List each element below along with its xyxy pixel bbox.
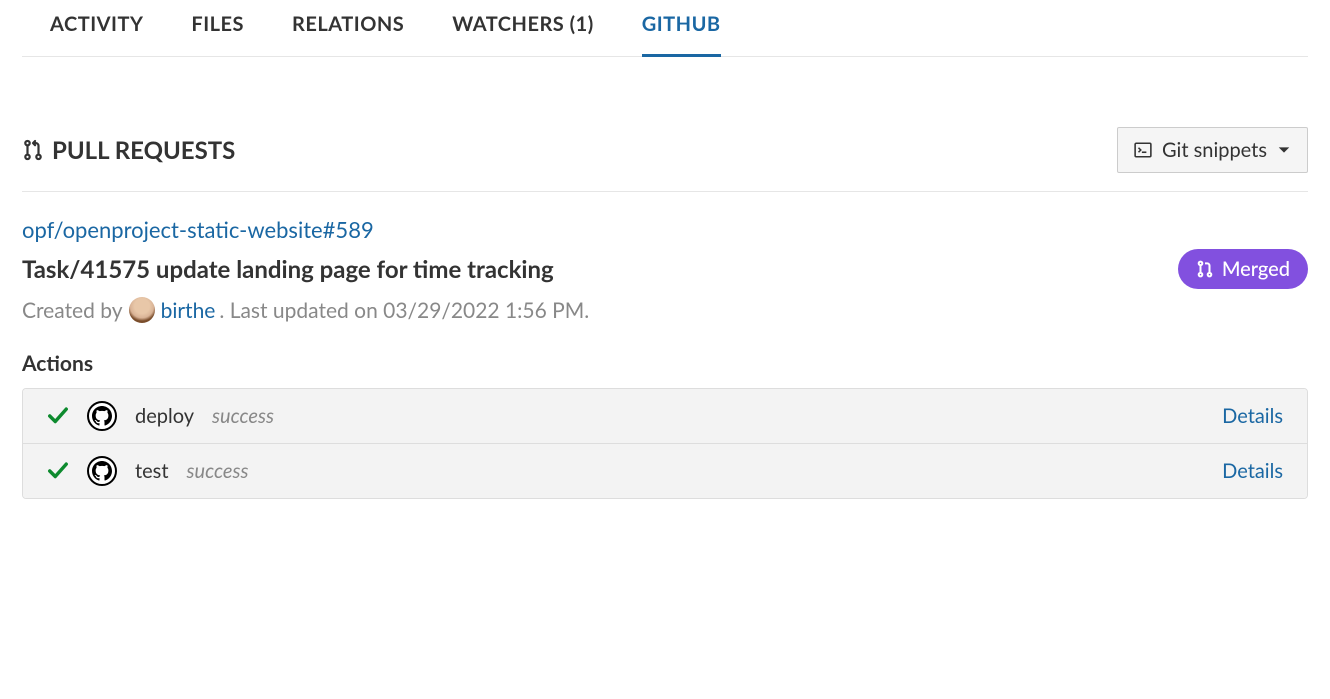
tab-files[interactable]: FILES: [191, 0, 244, 57]
tab-activity[interactable]: ACTIVITY: [50, 0, 143, 57]
github-icon: [87, 456, 117, 486]
chevron-down-icon: [1277, 143, 1291, 157]
tab-relations[interactable]: RELATIONS: [292, 0, 404, 57]
git-snippets-dropdown[interactable]: Git snippets: [1117, 127, 1308, 173]
action-status: success: [187, 459, 249, 483]
updated-suffix: . Last updated on 03/29/2022 1:56 PM.: [219, 298, 589, 323]
pull-request-icon: [22, 139, 44, 161]
check-icon: [47, 460, 69, 482]
check-icon: [47, 405, 69, 427]
tabs-bar: ACTIVITY FILES RELATIONS WATCHERS (1) GI…: [22, 0, 1308, 57]
details-link[interactable]: Details: [1222, 459, 1283, 483]
section-title: PULL REQUESTS: [22, 136, 235, 165]
avatar: [129, 297, 155, 323]
pr-repo-link[interactable]: opf/openproject-static-website#589: [22, 216, 374, 243]
section-title-text: PULL REQUESTS: [52, 136, 235, 165]
actions-list: deploy success Details test success Deta…: [22, 388, 1308, 499]
tab-watchers[interactable]: WATCHERS (1): [452, 0, 593, 57]
action-name: deploy: [135, 404, 194, 428]
merged-badge: Merged: [1178, 249, 1308, 289]
tab-github[interactable]: GITHUB: [642, 0, 721, 57]
details-link[interactable]: Details: [1222, 404, 1283, 428]
author-link[interactable]: birthe: [161, 298, 216, 323]
action-row: test success Details: [23, 444, 1307, 498]
github-icon: [87, 401, 117, 431]
terminal-icon: [1134, 141, 1152, 159]
merge-icon: [1196, 260, 1214, 278]
pr-meta: Created by birthe. Last updated on 03/29…: [22, 297, 1308, 323]
pr-title: Task/41575 update landing page for time …: [22, 255, 554, 284]
action-status: success: [212, 404, 274, 428]
created-by-prefix: Created by: [22, 298, 123, 323]
action-name: test: [135, 459, 169, 483]
git-snippets-label: Git snippets: [1162, 138, 1267, 162]
actions-heading: Actions: [22, 351, 1308, 376]
merged-label: Merged: [1222, 257, 1290, 281]
action-row: deploy success Details: [23, 389, 1307, 444]
